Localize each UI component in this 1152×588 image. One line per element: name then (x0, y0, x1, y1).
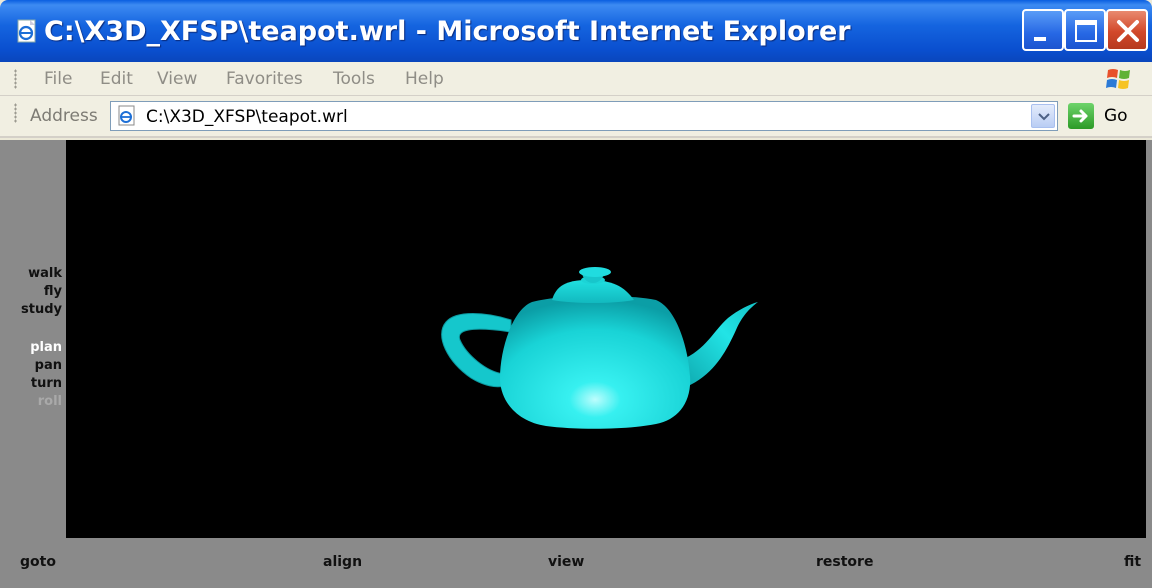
address-dropdown-button[interactable] (1031, 104, 1055, 128)
close-icon (1117, 20, 1139, 42)
minimize-button[interactable] (1022, 9, 1064, 51)
close-button[interactable] (1106, 9, 1148, 51)
menu-edit[interactable]: Edit (100, 67, 133, 91)
control-goto[interactable]: goto (20, 552, 56, 572)
nav-study[interactable]: study (0, 301, 66, 319)
viewer-bottom-bar: goto align view restore fit (0, 538, 1152, 588)
nav-pan[interactable]: pan (0, 357, 66, 375)
teapot-model[interactable] (66, 140, 1146, 538)
address-input[interactable]: C:\X3D_XFSP\teapot.wrl (110, 101, 1058, 131)
menu-bar: File Edit View Favorites Tools Help (0, 62, 1152, 96)
go-arrow-icon (1068, 103, 1094, 129)
address-bar: Address C:\X3D_XFSP\teapot.wrl Go (0, 96, 1152, 138)
ie-page-icon (118, 105, 135, 126)
maximize-icon (1075, 20, 1097, 42)
right-border (1146, 140, 1152, 538)
viewer-nav-panel: walk fly study plan pan turn roll (0, 140, 66, 538)
minimize-icon (1034, 37, 1046, 41)
chevron-down-icon (1038, 113, 1050, 121)
menu-favorites[interactable]: Favorites (226, 67, 303, 91)
ie-page-icon (17, 19, 36, 43)
vrml-viewer: walk fly study plan pan turn roll goto a… (0, 140, 1152, 588)
menu-view[interactable]: View (157, 67, 197, 91)
go-label: Go (1104, 106, 1128, 126)
control-view[interactable]: view (548, 552, 584, 572)
toolbar-grip[interactable] (14, 69, 17, 89)
menu-help[interactable]: Help (405, 67, 444, 91)
control-restore[interactable]: restore (816, 552, 873, 572)
address-label: Address (30, 106, 98, 126)
control-fit[interactable]: fit (1124, 552, 1141, 572)
address-value: C:\X3D_XFSP\teapot.wrl (146, 107, 348, 127)
nav-roll[interactable]: roll (0, 393, 66, 411)
nav-fly[interactable]: fly (0, 283, 66, 301)
go-button[interactable]: Go (1068, 102, 1138, 130)
nav-plan[interactable]: plan (0, 339, 66, 357)
menu-tools[interactable]: Tools (333, 67, 375, 91)
3d-scene[interactable] (66, 140, 1146, 538)
window-title: C:\X3D_XFSP\teapot.wrl - Microsoft Inter… (44, 16, 851, 47)
title-bar[interactable]: C:\X3D_XFSP\teapot.wrl - Microsoft Inter… (0, 0, 1152, 62)
maximize-button[interactable] (1064, 9, 1106, 51)
control-align[interactable]: align (323, 552, 362, 572)
menu-file[interactable]: File (44, 67, 72, 91)
nav-turn[interactable]: turn (0, 375, 66, 393)
nav-walk[interactable]: walk (0, 265, 66, 283)
windows-logo-icon (1106, 69, 1130, 89)
toolbar-grip[interactable] (14, 103, 17, 123)
